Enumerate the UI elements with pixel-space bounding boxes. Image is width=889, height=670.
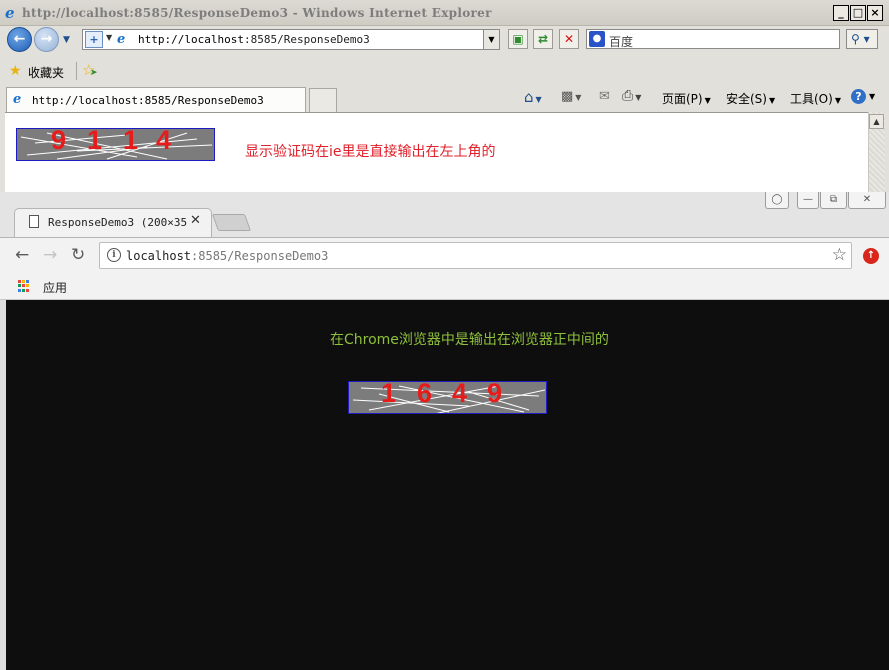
ie-new-tab-button[interactable] <box>309 88 337 112</box>
captcha-digits: 1 6 4 9 <box>349 382 546 413</box>
chrome-tab-title: ResponseDemo3 (200×35) <box>48 216 188 229</box>
ie-address-bar[interactable]: + ▼ e http://localhost:8585/ResponseDemo… <box>82 29 500 50</box>
ie-stop-button[interactable]: ✕ <box>559 29 579 49</box>
ie-tab-page-icon: e <box>13 92 22 107</box>
ie-compatibility-button[interactable]: ▣ <box>508 29 528 49</box>
ie-page-icon: e <box>117 32 126 47</box>
bookmark-star-icon[interactable]: ☆ <box>832 245 847 265</box>
ie-compat-dropdown-icon[interactable]: ▼ <box>106 33 112 42</box>
chrome-close-button[interactable]: ✕ <box>848 192 886 209</box>
ie-captcha-image: 9 1 1 4 <box>16 128 215 161</box>
ie-favorites-bar: ★ 收藏夹 ☆ ➤ <box>0 57 889 85</box>
forward-arrow-icon[interactable]: → <box>43 245 57 265</box>
site-info-icon[interactable]: i <box>107 248 121 262</box>
tools-menu-label: 工具(O) <box>790 92 833 106</box>
ie-window-controls: _ □ × <box>833 5 883 21</box>
ie-address-text[interactable]: http://localhost:8585/ResponseDemo3 <box>138 33 370 46</box>
captcha-digit: 9 <box>51 128 67 155</box>
reload-icon[interactable]: ↻ <box>71 245 85 265</box>
ie-back-button[interactable]: ← <box>7 27 32 52</box>
feeds-icon[interactable]: ▩ ▼ <box>561 89 581 104</box>
captcha-digit: 1 <box>381 381 397 408</box>
document-icon <box>29 215 39 228</box>
ie-window: e http://localhost:8585/ResponseDemo3 - … <box>0 0 889 194</box>
ie-search-provider-text: 百度 <box>609 35 634 49</box>
scroll-up-arrow-icon[interactable]: ▲ <box>869 114 884 129</box>
back-arrow-icon[interactable]: ← <box>15 245 29 265</box>
chrome-restore-button[interactable]: ⧉ <box>820 192 847 209</box>
ie-refresh-button[interactable]: ⇄ <box>533 29 553 49</box>
captcha-digit: 4 <box>156 128 172 155</box>
captcha-digit: 1 <box>87 128 103 155</box>
baidu-logo-icon: ● <box>589 31 605 47</box>
captcha-digit: 9 <box>487 381 503 408</box>
profile-icon[interactable]: ◯ <box>765 192 789 209</box>
chrome-caption-text: 在Chrome浏览器中是输出在浏览器正中间的 <box>330 332 609 348</box>
captcha-digits: 9 1 1 4 <box>17 129 214 160</box>
chrome-url-path: :8585/ResponseDemo3 <box>191 249 329 263</box>
chrome-bookmarks-bar: 应用 <box>0 274 889 300</box>
favorites-star-icon[interactable]: ★ <box>9 63 22 79</box>
ie-tab-active[interactable]: e http://localhost:8585/ResponseDemo3 <box>6 87 306 112</box>
captcha-digit: 4 <box>452 381 468 408</box>
tools-menu[interactable]: 工具(O) ▼ <box>790 90 841 107</box>
favorites-separator <box>76 62 77 80</box>
ie-search-button[interactable]: ⚲ ▾ <box>846 29 878 49</box>
chrome-captcha-image: 1 6 4 9 <box>348 381 547 414</box>
ie-caption-text: 显示验证码在ie里是直接输出在左上角的 <box>245 144 496 160</box>
chrome-window: ResponseDemo3 (200×35) ✕ ◯ — ⧉ ✕ ← → ↻ i… <box>0 192 889 670</box>
chrome-new-tab-button[interactable] <box>211 214 252 231</box>
favorites-label[interactable]: 收藏夹 <box>28 64 64 81</box>
ie-search-box[interactable]: ● 百度 <box>586 29 840 49</box>
ie-logo-icon: e <box>5 4 15 22</box>
home-icon[interactable]: ⌂ ▼ <box>524 88 542 106</box>
ie-window-title: http://localhost:8585/ResponseDemo3 - Wi… <box>22 6 492 20</box>
page-menu-label: 页面(P) <box>662 92 703 106</box>
ie-tab-bar: e http://localhost:8585/ResponseDemo3 ⌂ ▼… <box>0 85 889 112</box>
ie-tab-title: http://localhost:8585/ResponseDemo3 <box>32 94 264 107</box>
chrome-tab-active[interactable]: ResponseDemo3 (200×35) ✕ <box>14 208 212 238</box>
ie-address-path: :8585/ResponseDemo3 <box>243 33 370 46</box>
apps-grid-icon[interactable] <box>18 280 30 292</box>
captcha-digit: 6 <box>417 381 433 408</box>
chrome-minimize-button[interactable]: — <box>797 192 819 209</box>
chrome-url-host: localhost <box>126 249 192 263</box>
mail-icon[interactable]: ✉ <box>599 89 610 104</box>
ie-maximize-button[interactable]: □ <box>850 5 866 21</box>
close-tab-icon[interactable]: ✕ <box>190 213 201 228</box>
ie-minimize-button[interactable]: _ <box>833 5 849 21</box>
ie-vertical-scrollbar[interactable]: ▲ <box>868 112 885 192</box>
ie-address-dropdown-icon[interactable]: ▼ <box>483 30 499 49</box>
ie-forward-button[interactable]: → <box>34 27 59 52</box>
captcha-digit: 1 <box>123 128 139 155</box>
chrome-toolbar: ← → ↻ i localhost:8585/ResponseDemo3 ☆ ↑ <box>0 237 889 274</box>
chrome-url-text[interactable]: localhost:8585/ResponseDemo3 <box>126 249 328 263</box>
add-favorites-arrow-icon: ➤ <box>90 68 98 78</box>
apps-label[interactable]: 应用 <box>43 279 67 296</box>
ie-address-host: http://localhost <box>138 33 244 46</box>
extension-upload-icon[interactable]: ↑ <box>863 248 879 264</box>
print-icon[interactable]: ⎙ ▼ <box>622 88 641 104</box>
page-menu[interactable]: 页面(P) ▼ <box>662 90 711 107</box>
help-icon[interactable]: ? <box>851 89 866 104</box>
ie-titlebar: e http://localhost:8585/ResponseDemo3 - … <box>0 0 889 26</box>
ie-compat-view-icon[interactable]: + <box>85 31 103 48</box>
ie-close-button[interactable]: × <box>867 5 883 21</box>
chrome-tab-strip: ResponseDemo3 (200×35) ✕ ◯ — ⧉ ✕ <box>0 192 889 238</box>
safety-menu-label: 安全(S) <box>726 92 767 106</box>
ie-navigation-bar: ← → ▼ + ▼ e http://localhost:8585/Respon… <box>0 26 889 57</box>
help-dropdown-icon[interactable]: ▼ <box>869 92 875 101</box>
chrome-page-content <box>6 300 889 670</box>
chrome-omnibox[interactable]: i localhost:8585/ResponseDemo3 ☆ <box>99 242 852 269</box>
ie-recent-pages-dropdown[interactable]: ▼ <box>63 35 70 45</box>
safety-menu[interactable]: 安全(S) ▼ <box>726 90 775 107</box>
